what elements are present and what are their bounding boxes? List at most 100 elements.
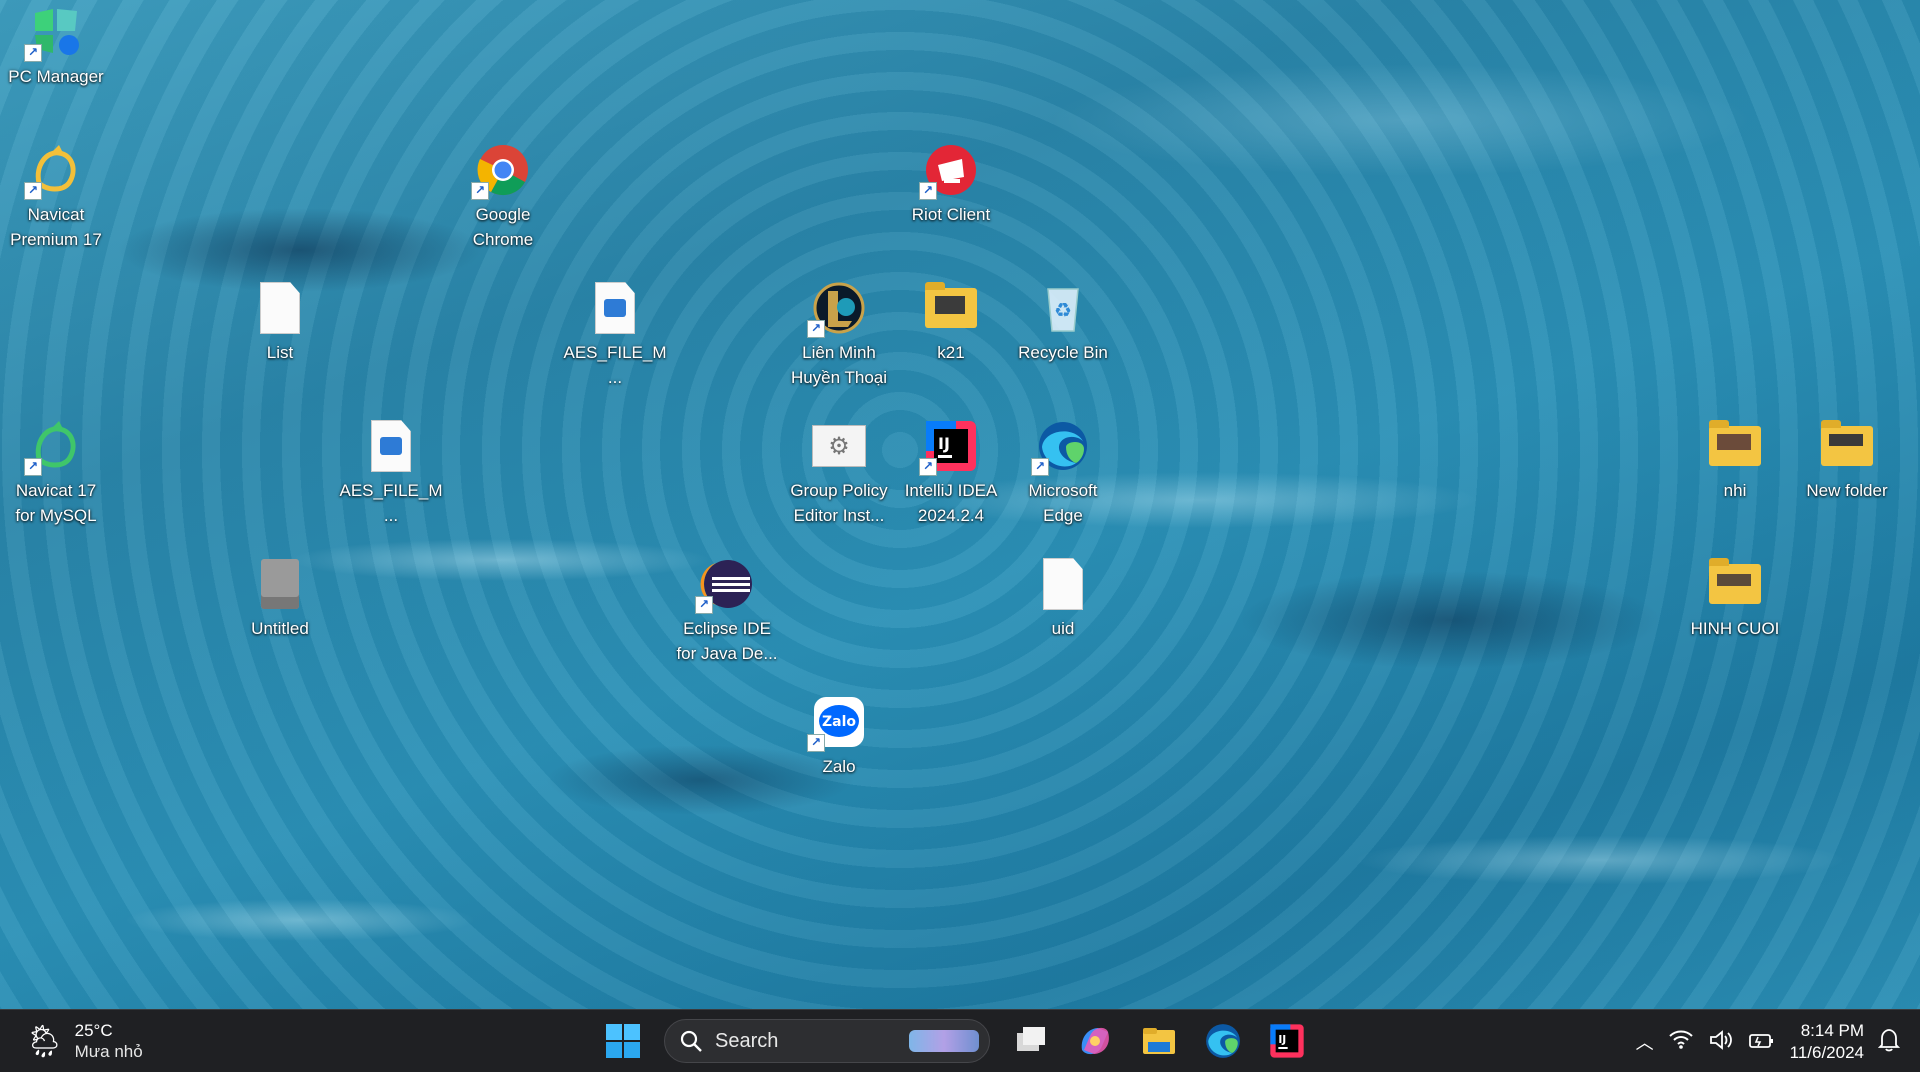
intellij-taskbar-button[interactable]: IJ xyxy=(1264,1018,1310,1064)
edge-taskbar-button[interactable] xyxy=(1200,1018,1246,1064)
desktop-icon-eclipse[interactable]: ↗ Eclipse IDE for Java De... xyxy=(675,556,779,666)
navicat-premium-icon: ↗ xyxy=(24,142,84,200)
desktop-icon-uid[interactable]: uid xyxy=(1011,556,1115,641)
weather-temp: 25°C xyxy=(74,1021,113,1040)
desktop-icon-label: k21 xyxy=(937,343,965,362)
search-icon xyxy=(680,1030,702,1052)
desktop-icon-recycle-bin[interactable]: ♻ Recycle Bin xyxy=(1011,280,1115,365)
notification-bell-icon[interactable] xyxy=(1877,1028,1901,1057)
desktop-icon-microsoft-edge[interactable]: ↗ Microsoft Edge xyxy=(1011,418,1115,528)
file-explorer-icon xyxy=(1143,1028,1175,1054)
intellij-idea-icon: IJ xyxy=(1270,1024,1304,1058)
edge-icon: ↗ xyxy=(1031,418,1091,476)
copilot-button[interactable] xyxy=(1072,1018,1118,1064)
desktop-icon-label: IntelliJ IDEA 2024.2.4 xyxy=(904,481,998,525)
image-file-icon xyxy=(363,418,419,474)
chrome-icon: ↗ xyxy=(471,142,531,200)
search-placeholder: Search xyxy=(715,1029,779,1052)
desktop-icon-nhi[interactable]: nhi xyxy=(1683,418,1787,503)
weather-widget[interactable]: 🌦 25°C Mưa nhỏ xyxy=(24,1020,143,1062)
start-button[interactable] xyxy=(600,1018,646,1064)
weather-rain-icon: 🌦 xyxy=(24,1023,65,1059)
pc-manager-icon: ↗ xyxy=(24,4,84,62)
blank-file-icon xyxy=(1035,556,1091,612)
desktop-icon-label: PC Manager xyxy=(8,67,104,86)
desktop-icon-google-chrome[interactable]: ↗ Google Chrome xyxy=(451,142,555,252)
copilot-icon xyxy=(1081,1027,1109,1055)
desktop-icon-label: Microsoft Edge xyxy=(1028,481,1098,525)
shortcut-arrow-icon: ↗ xyxy=(919,458,937,476)
folder-icon xyxy=(1707,418,1763,474)
settings-file-icon: ⚙ xyxy=(811,418,867,474)
desktop-icon-list[interactable]: List xyxy=(228,280,332,365)
shortcut-arrow-icon: ↗ xyxy=(471,182,489,200)
shortcut-arrow-icon: ↗ xyxy=(1031,458,1049,476)
svg-text:♻: ♻ xyxy=(1054,298,1072,322)
desktop[interactable]: ↗ PC Manager ↗ Navicat Premium 17 ↗ Goog… xyxy=(0,0,1920,1009)
zalo-icon: Zalo ↗ xyxy=(807,694,867,752)
file-explorer-button[interactable] xyxy=(1136,1018,1182,1064)
desktop-icon-label: Navicat 17 for MySQL xyxy=(15,481,97,525)
desktop-icon-label: Recycle Bin xyxy=(1018,343,1108,362)
battery-icon[interactable] xyxy=(1748,1029,1776,1056)
folder-icon xyxy=(1707,556,1763,612)
desktop-icon-zalo[interactable]: Zalo ↗ Zalo xyxy=(787,694,891,779)
navicat-mysql-icon: ↗ xyxy=(24,418,84,476)
desktop-icon-label: Zalo xyxy=(822,757,856,776)
desktop-icon-label: Google Chrome xyxy=(472,205,534,249)
svg-text:Zalo: Zalo xyxy=(822,714,856,730)
shortcut-arrow-icon: ↗ xyxy=(919,182,937,200)
shortcut-arrow-icon: ↗ xyxy=(24,458,42,476)
svg-text:IJ: IJ xyxy=(938,434,950,453)
desktop-icon-aes-file-1[interactable]: AES_FILE_M... xyxy=(563,280,667,390)
desktop-icon-label: List xyxy=(266,343,294,362)
shortcut-arrow-icon: ↗ xyxy=(24,44,42,62)
desktop-icon-label: nhi xyxy=(1723,481,1747,500)
archive-file-icon xyxy=(252,556,308,612)
edge-icon xyxy=(1206,1024,1240,1058)
folder-icon xyxy=(1819,418,1875,474)
image-file-icon xyxy=(587,280,643,336)
system-tray: ︿ 8:14 PM 11/6/2024 xyxy=(1636,1020,1901,1064)
shortcut-arrow-icon: ↗ xyxy=(24,182,42,200)
league-of-legends-icon: ↗ xyxy=(807,280,867,338)
shortcut-arrow-icon: ↗ xyxy=(695,596,713,614)
clock[interactable]: 8:14 PM 11/6/2024 xyxy=(1790,1020,1864,1064)
desktop-icon-aes-file-2[interactable]: AES_FILE_M... xyxy=(339,418,443,528)
desktop-icon-intellij[interactable]: IJ ↗ IntelliJ IDEA 2024.2.4 xyxy=(899,418,1003,528)
desktop-icon-navicat-premium[interactable]: ↗ Navicat Premium 17 xyxy=(4,142,108,252)
riot-client-icon: ↗ xyxy=(919,142,979,200)
svg-text:IJ: IJ xyxy=(1278,1033,1286,1046)
wifi-icon[interactable] xyxy=(1668,1028,1694,1056)
desktop-icon-riot-client[interactable]: ↗ Riot Client xyxy=(899,142,1003,227)
weather-condition: Mưa nhỏ xyxy=(74,1042,143,1061)
volume-icon[interactable] xyxy=(1708,1029,1734,1056)
desktop-icon-label: uid xyxy=(1051,619,1075,638)
taskbar-apps: Search IJ xyxy=(600,1018,1310,1064)
desktop-icon-k21[interactable]: k21 xyxy=(899,280,1003,365)
desktop-icon-new-folder[interactable]: New folder xyxy=(1795,418,1899,503)
desktop-icon-navicat-mysql[interactable]: ↗ Navicat 17 for MySQL xyxy=(4,418,108,528)
desktop-icon-hinh-cuoi[interactable]: HINH CUOI xyxy=(1683,556,1787,641)
clock-time: 8:14 PM xyxy=(1800,1021,1864,1040)
chevron-up-icon[interactable]: ︿ xyxy=(1636,1029,1654,1055)
desktop-icon-label: Liên Minh Huyền Thoại xyxy=(790,343,888,387)
intellij-idea-icon: IJ ↗ xyxy=(919,418,979,476)
desktop-icon-label: Riot Client xyxy=(911,205,991,224)
desktop-icon-label: Eclipse IDE for Java De... xyxy=(676,619,778,663)
desktop-icon-label: Untitled xyxy=(251,619,309,638)
search-highlight-icon xyxy=(909,1030,979,1052)
task-view-icon xyxy=(1017,1027,1045,1051)
desktop-icon-untitled[interactable]: Untitled xyxy=(228,556,332,641)
taskbar-search[interactable]: Search xyxy=(664,1019,990,1063)
desktop-icon-label: Navicat Premium 17 xyxy=(10,205,102,249)
text-document-icon xyxy=(252,280,308,336)
folder-icon xyxy=(923,280,979,336)
desktop-icon-pc-manager[interactable]: ↗ PC Manager xyxy=(4,4,108,89)
desktop-icon-group-policy[interactable]: ⚙ Group Policy Editor Inst... xyxy=(787,418,891,528)
eclipse-icon: ↗ xyxy=(695,556,755,614)
task-view-button[interactable] xyxy=(1008,1018,1054,1064)
desktop-icon-label: Group Policy Editor Inst... xyxy=(790,481,888,525)
desktop-icon-lien-minh[interactable]: ↗ Liên Minh Huyền Thoại xyxy=(787,280,891,390)
shortcut-arrow-icon: ↗ xyxy=(807,734,825,752)
